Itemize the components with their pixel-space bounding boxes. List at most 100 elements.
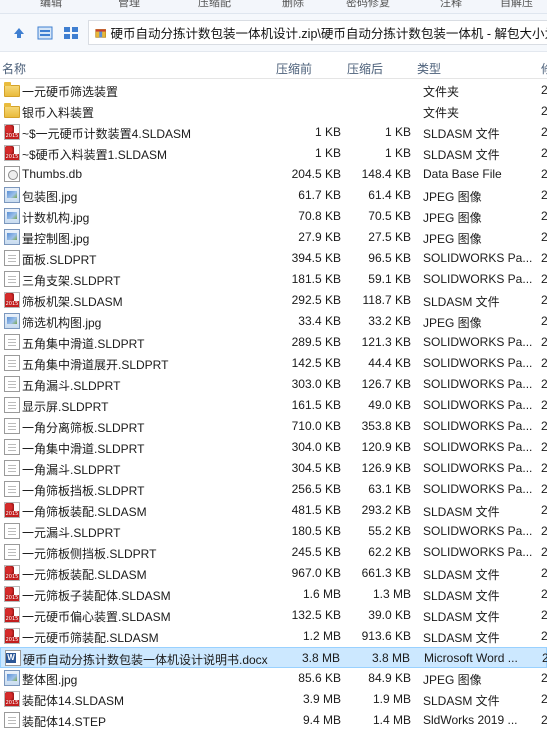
file-row[interactable]: 一角筛板挡板.SLDPRT 256.5 KB 63.1 KB SOLIDWORKS P… [0,479,547,500]
column-original[interactable]: 压缩后 [347,60,383,77]
solidworks-icon [4,565,20,581]
file-row[interactable]: 一角分离筛板.SLDPRT 710.0 KB 353.8 KB SOLIDWORKS … [0,416,547,437]
file-row[interactable]: 一角集中滑道.SLDPRT 304.0 KB 120.9 KB SOLIDWORKS … [0,437,547,458]
file-compressed-size: 204.5 KB [291,167,341,181]
file-modified: 2 [541,503,547,517]
toolbar-item[interactable]: 编辑 [40,0,62,10]
file-name: 装配体14.STEP [22,715,107,729]
file-row[interactable]: 一元硬币筛装配.SLDASM 1.2 MB 913.6 KB SLDASM 文件 2 [0,626,547,647]
file-original-size: 96.5 KB [368,251,411,265]
file-modified: 2 [541,671,547,685]
file-row[interactable]: 三角支架.SLDPRT 181.5 KB 59.1 KB SOLIDWORKS Pa.… [0,269,547,290]
file-type: SOLIDWORKS Pa... [423,377,533,391]
up-arrow-icon[interactable] [10,24,28,42]
address-bar[interactable]: 硬币自动分拣计数包装一体机设计.zip\硬币自动分拣计数包装一体机 - 解包大小… [88,20,547,45]
file-modified: 2 [542,651,547,665]
file-modified: 2 [541,146,547,160]
file-name: 一角漏斗.SLDPRT [22,463,121,477]
toolbar-item[interactable]: 管理 [118,0,140,10]
file-row[interactable]: 一角筛板装配.SLDASM 481.5 KB 293.2 KB SLDASM 文件 2 [0,500,547,521]
file-type: SOLIDWORKS Pa... [423,482,533,496]
file-compressed-size: 1.6 MB [302,587,341,601]
file-row[interactable]: ~$一元硬币计数装置4.SLDASM 1 KB 1 KB SLDASM 文件 2 [0,122,547,143]
file-name: 量控制图.jpg [22,232,90,246]
file-original-size: 1 KB [384,146,411,160]
toolbar-item[interactable]: 密码修复 [346,0,390,10]
file-type: JPEG 图像 [423,316,482,330]
file-row[interactable]: 面板.SLDPRT 394.5 KB 96.5 KB SOLIDWORKS Pa...… [0,248,547,269]
file-row[interactable]: 一元漏斗.SLDPRT 180.5 KB 55.2 KB SOLIDWORKS Pa.… [0,521,547,542]
file-original-size: 61.4 KB [368,188,411,202]
file-row[interactable]: 五角集中滑道展开.SLDPRT 142.5 KB 44.4 KB SOLIDWORKS… [0,353,547,374]
file-row[interactable]: 一元硬币筛选装置 文件夹 2 [0,80,547,101]
toolbar-item[interactable]: 删除 [282,0,304,10]
file-original-size: 63.1 KB [368,482,411,496]
file-type: SLDASM 文件 [423,505,500,519]
list-view-icon[interactable] [62,24,80,42]
file-row[interactable]: 整体图.jpg 85.6 KB 84.9 KB JPEG 图像 2 [0,668,547,689]
file-row[interactable]: 包装图.jpg 61.7 KB 61.4 KB JPEG 图像 2 [0,185,547,206]
file-compressed-size: 245.5 KB [291,545,341,559]
file-row[interactable]: 硬币自动分拣计数包装一体机设计说明书.docx 3.8 MB 3.8 MB Micro… [0,647,547,668]
file-row[interactable]: 一元筛板装配.SLDASM 967.0 KB 661.3 KB SLDASM 文件 2 [0,563,547,584]
file-type: Data Base File [423,167,502,181]
file-row[interactable]: 银币入料装置 文件夹 2 [0,101,547,122]
folder-icon [4,103,20,118]
file-compressed-size: 132.5 KB [291,608,341,622]
column-compressed[interactable]: 压缩前 [276,60,312,77]
file-compressed-size: 1.2 MB [302,629,341,643]
file-type: SOLIDWORKS Pa... [423,335,533,349]
file-type: SOLIDWORKS Pa... [423,545,533,559]
file-row[interactable]: 装配体14.STEP 9.4 MB 1.4 MB SldWorks 2019 ... 2 [0,710,547,731]
file-compressed-size: 292.5 KB [291,293,341,307]
file-name: 筛板机架.SLDASM [22,295,123,309]
file-row[interactable]: 五角集中滑道.SLDPRT 289.5 KB 121.3 KB SOLIDWORKS … [0,332,547,353]
file-type: 文件夹 [423,85,460,99]
file-original-size: 55.2 KB [368,524,411,538]
file-row[interactable]: 装配体14.SLDASM 3.9 MB 1.9 MB SLDASM 文件 2 [0,689,547,710]
file-row[interactable]: Thumbs.db 204.5 KB 148.4 KB Data Base File 2 [0,164,547,185]
file-row[interactable]: 筛板机架.SLDASM 292.5 KB 118.7 KB SLDASM 文件 2 [0,290,547,311]
details-view-icon[interactable] [36,24,54,42]
toolbar-item[interactable]: 压缩配 [198,0,231,10]
file-original-size: 84.9 KB [368,671,411,685]
file-name: 筛选机构图.jpg [22,316,102,330]
file-modified: 2 [541,440,547,454]
toolbar-item[interactable]: 注释 [440,0,462,10]
file-name: Thumbs.db [22,167,83,181]
file-row[interactable]: 一角漏斗.SLDPRT 304.5 KB 126.9 KB SOLIDWORKS Pa… [0,458,547,479]
file-type: SOLIDWORKS Pa... [423,461,533,475]
file-name: 一角集中滑道.SLDPRT [22,442,145,456]
toolbar-item[interactable]: 自解压 [500,0,533,10]
column-modified[interactable]: 修 [541,60,547,77]
column-name[interactable]: 名称 [2,60,26,77]
solidworks-icon [4,502,20,518]
file-compressed-size: 70.8 KB [298,209,341,223]
document-icon [4,460,20,476]
file-type: SLDASM 文件 [423,589,500,603]
file-type: SLDASM 文件 [423,568,500,582]
document-icon [4,334,20,350]
file-row[interactable]: 一元硬币偏心装置.SLDASM 132.5 KB 39.0 KB SLDASM 文件 2 [0,605,547,626]
file-type: SLDASM 文件 [423,631,500,645]
file-row[interactable]: 显示屏.SLDPRT 161.5 KB 49.0 KB SOLIDWORKS Pa..… [0,395,547,416]
file-modified: 2 [541,461,547,475]
file-type: SOLIDWORKS Pa... [423,440,533,454]
file-compressed-size: 1 KB [314,146,341,160]
file-type: SLDASM 文件 [423,694,500,708]
column-type[interactable]: 类型 [417,60,441,77]
file-modified: 2 [541,104,547,118]
file-original-size: 62.2 KB [368,545,411,559]
file-name: 一元硬币筛选装置 [22,85,119,99]
file-row[interactable]: 筛选机构图.jpg 33.4 KB 33.2 KB JPEG 图像 2 [0,311,547,332]
file-row[interactable]: 一元筛板侧挡板.SLDPRT 245.5 KB 62.2 KB SOLIDWORKS … [0,542,547,563]
file-modified: 2 [541,482,547,496]
file-row[interactable]: 量控制图.jpg 27.9 KB 27.5 KB JPEG 图像 2 [0,227,547,248]
file-row[interactable]: 一元筛板子装配体.SLDASM 1.6 MB 1.3 MB SLDASM 文件 2 [0,584,547,605]
file-row[interactable]: ~$硬币入料装置1.SLDASM 1 KB 1 KB SLDASM 文件 2 [0,143,547,164]
file-row[interactable]: 计数机构.jpg 70.8 KB 70.5 KB JPEG 图像 2 [0,206,547,227]
file-row[interactable]: 五角漏斗.SLDPRT 303.0 KB 126.7 KB SOLIDWORKS Pa… [0,374,547,395]
file-modified: 2 [541,629,547,643]
file-compressed-size: 181.5 KB [291,272,341,286]
file-modified: 2 [541,356,547,370]
